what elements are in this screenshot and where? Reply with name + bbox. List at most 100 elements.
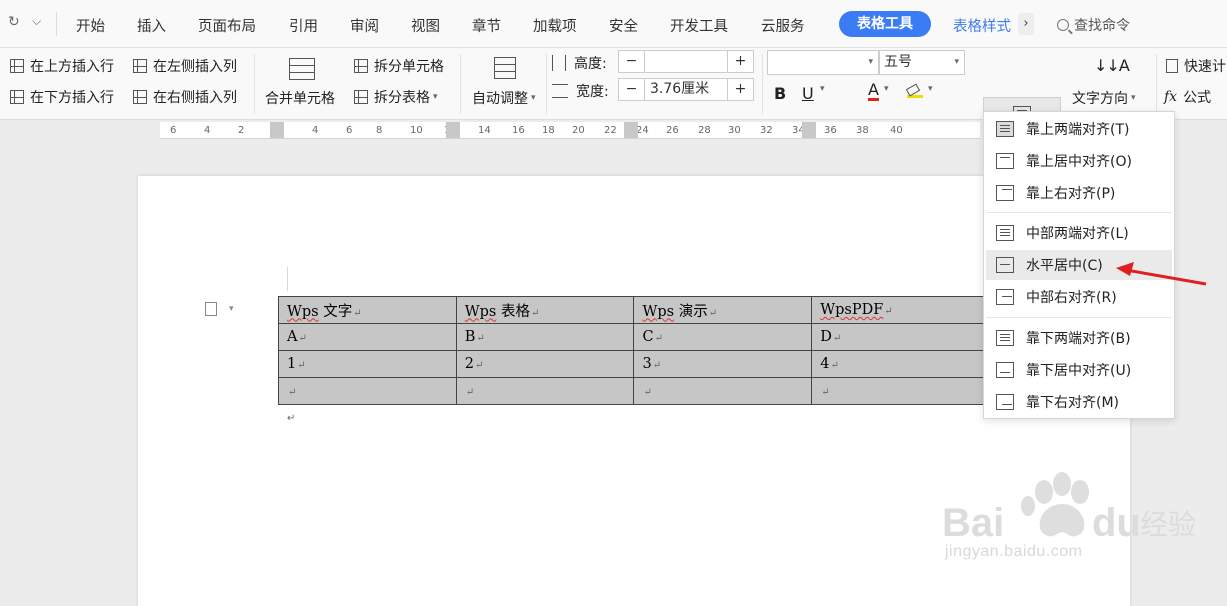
tab-chapter[interactable]: 章节 [472,15,501,36]
chevron-right-icon[interactable]: › [1018,13,1034,35]
menu-divider [56,12,57,36]
search-icon [1057,19,1069,31]
align-middle-center-icon [996,257,1014,273]
underline-button[interactable]: U [802,84,814,103]
ruler-label: 6 [346,125,353,136]
chevron-down-icon[interactable]: ▾ [884,84,889,94]
cell-end-mark: ↵ [652,360,662,371]
insert-col-right-button[interactable]: 在右侧插入列 [133,87,237,107]
height-input[interactable] [645,51,727,72]
insert-row-above-button[interactable]: 在上方插入行 [10,56,114,76]
align-top-right-icon [996,185,1014,201]
font-size-select[interactable]: 五号 ▾ [879,50,965,75]
ribbon-toolbar: 在上方插入行 在下方插入行 在左侧插入列 在右侧插入列 合并单元格 拆分单元格 … [0,48,1227,159]
table-cell[interactable]: 2↵ [455,350,635,378]
paragraph-icon[interactable] [205,302,217,316]
table-cell[interactable]: A↵ [278,323,457,351]
tab-addins[interactable]: 加载项 [533,15,577,36]
fx-icon: fx [1164,89,1178,105]
text-direction-button[interactable]: 文字方向 ▾ [1072,88,1136,108]
document-table[interactable]: Wps 文字↵ Wps 表格↵ Wps 演示↵ WpsPDF↵ A↵ B↵ C↵ D↵ 1↵ 2↵… [278,296,984,405]
tab-start[interactable]: 开始 [76,15,105,36]
tab-cloud[interactable]: 云服务 [761,15,805,36]
formula-button[interactable]: fx 公式 [1164,87,1211,107]
table-cell[interactable]: Wps 文字↵ [278,296,457,324]
eraser-icon [905,83,921,96]
table-cell[interactable]: Wps 表格↵ [455,296,635,324]
align-option-bottom-justify[interactable]: 靠下两端对齐(B) [986,323,1172,353]
table-cell[interactable]: ↵ [633,377,813,405]
tab-developer[interactable]: 开发工具 [670,15,728,36]
align-option-top-right[interactable]: 靠上右对齐(P) [986,178,1172,208]
vertical-ruler [0,141,10,602]
cell-end-mark: ↵ [465,387,475,398]
align-middle-right-icon [996,289,1014,305]
ruler-column-marker[interactable] [624,122,638,138]
table-cell[interactable]: WpsPDF↵ [811,296,984,324]
table-cell[interactable]: B↵ [455,323,635,351]
height-stepper[interactable]: − + [618,50,754,73]
width-decrease-button[interactable]: − [619,79,645,100]
table-cell[interactable]: D↵ [811,323,984,351]
tab-page-layout[interactable]: 页面布局 [198,15,256,36]
tab-view[interactable]: 视图 [411,15,440,36]
ruler-label: 20 [572,125,585,136]
table-row: Wps 文字↵ Wps 表格↵ Wps 演示↵ WpsPDF↵ [278,296,984,324]
redo-icon[interactable]: ↻ [8,14,20,30]
paragraph-mark: ↵ [287,413,296,424]
font-name-select[interactable]: ▾ [767,50,879,75]
merge-cells-button[interactable]: 合并单元格 [265,88,335,108]
chevron-down-icon: ▾ [433,92,438,102]
table-cell[interactable]: 1↵ [278,350,457,378]
ruler-column-marker[interactable] [446,122,460,138]
cell-end-mark: ↵ [298,333,307,344]
search-command[interactable]: 查找命令 [1057,15,1130,35]
insert-row-below-button[interactable]: 在下方插入行 [10,87,114,107]
highlight-icon[interactable] [905,83,923,98]
horizontal-ruler[interactable]: 642246810121416182022242628303234363840 [160,122,980,139]
width-input[interactable]: 3.76厘米 [645,79,727,100]
table-cell[interactable]: ↵ [455,377,635,405]
cell-text: A [287,329,298,345]
chevron-down-icon[interactable]: ▾ [928,84,933,94]
tab-insert[interactable]: 插入 [137,15,166,36]
ruler-label: 36 [824,125,837,136]
chevron-down-icon[interactable]: ▾ [229,304,234,314]
tab-table-tools[interactable]: 表格工具 [839,11,931,37]
split-table-button[interactable]: 拆分表格 ▾ [354,87,438,107]
text-direction-icon: ↓↓A [1094,56,1130,75]
ruler-column-marker[interactable] [270,122,284,138]
tab-table-style[interactable]: 表格样式 [953,15,1011,36]
tab-security[interactable]: 安全 [609,15,638,36]
font-color-button[interactable]: A [868,82,879,101]
align-option-middle-justify[interactable]: 中部两端对齐(L) [986,218,1172,248]
quick-calc-button[interactable]: 快速计 [1166,56,1226,76]
auto-fit-button[interactable]: 自动调整 ▾ [472,88,536,108]
table-cell[interactable]: Wps 演示↵ [633,296,813,324]
cell-end-mark: ↵ [884,306,893,317]
chevron-down-icon[interactable]: ▾ [820,84,825,94]
tab-references[interactable]: 引用 [289,15,318,36]
split-cells-button[interactable]: 拆分单元格 [354,56,444,76]
align-option-top-justify[interactable]: 靠上两端对齐(T) [986,114,1172,144]
chevron-down-icon: ▾ [1131,93,1136,103]
align-option-bottom-center[interactable]: 靠下居中对齐(U) [986,355,1172,385]
table-cell[interactable]: ↵ [278,377,457,405]
table-cell[interactable]: 4↵ [811,350,984,378]
width-increase-button[interactable]: + [727,79,753,100]
ruler-column-marker[interactable] [802,122,816,138]
width-stepper[interactable]: − 3.76厘米 + [618,78,754,101]
align-option-top-center[interactable]: 靠上居中对齐(O) [986,146,1172,176]
table-cell[interactable]: 3↵ [633,350,813,378]
table-cell[interactable]: C↵ [633,323,813,351]
insert-col-left-button[interactable]: 在左侧插入列 [133,56,237,76]
cell-end-mark: ↵ [643,387,652,398]
bold-button[interactable]: B [774,84,786,103]
chevron-down-icon[interactable]: ⌵ [32,14,41,29]
split-table-icon [354,90,368,104]
height-decrease-button[interactable]: − [619,51,645,72]
align-option-bottom-right[interactable]: 靠下右对齐(M) [986,387,1172,417]
height-increase-button[interactable]: + [727,51,753,72]
table-cell[interactable]: ↵ [811,377,984,405]
tab-review[interactable]: 审阅 [350,15,379,36]
